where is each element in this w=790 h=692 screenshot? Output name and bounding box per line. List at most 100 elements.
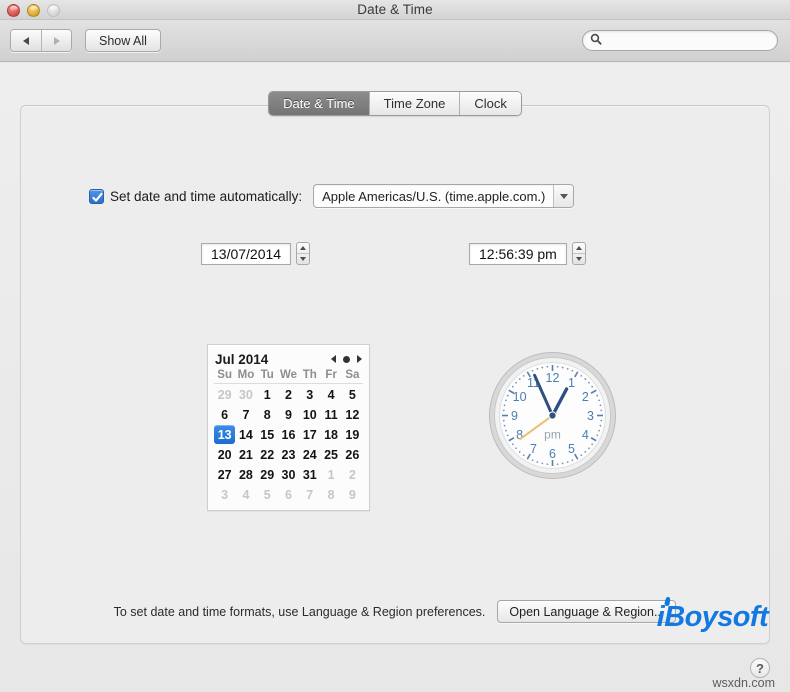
calendar-day[interactable]: 1 <box>320 465 341 484</box>
clock-numeral: 8 <box>516 428 523 442</box>
clock-numeral: 12 <box>546 371 560 385</box>
stepper-up-icon <box>300 246 307 250</box>
time-field-row: 12:56:39 pm <box>469 242 586 265</box>
calendar-day[interactable]: 29 <box>257 465 278 484</box>
time-server-value: Apple Americas/U.S. (time.apple.com.) <box>322 188 546 204</box>
calendar-day[interactable]: 22 <box>257 445 278 464</box>
calendar-day[interactable]: 7 <box>235 405 256 424</box>
calendar-day[interactable]: 18 <box>320 425 341 444</box>
minimize-button[interactable] <box>27 4 40 17</box>
weekday-label: Sa <box>345 369 360 381</box>
calendar-widget[interactable]: Jul 2014 Su Mo Tu We Th Fr Sa 29 30 1 2 … <box>207 344 370 511</box>
calendar-day[interactable]: 9 <box>278 405 299 424</box>
calendar-day[interactable]: 20 <box>214 445 235 464</box>
date-input[interactable]: 13/07/2014 <box>201 242 292 265</box>
triangle-right-icon[interactable] <box>357 355 362 363</box>
date-stepper[interactable] <box>296 242 311 265</box>
forward-button <box>41 30 71 51</box>
set-automatically-row: Set date and time automatically: Apple A… <box>89 184 575 208</box>
calendar-day[interactable]: 12 <box>342 405 363 424</box>
calendar-day[interactable]: 16 <box>278 425 299 444</box>
calendar-day[interactable]: 17 <box>299 425 320 444</box>
calendar-day[interactable]: 11 <box>320 405 341 424</box>
calendar-day[interactable]: 9 <box>342 485 363 504</box>
clock-minute-dot <box>518 451 521 453</box>
date-stepper-up[interactable] <box>297 243 309 253</box>
calendar-day[interactable]: 26 <box>342 445 363 464</box>
clock-minute-dot <box>584 451 587 453</box>
formats-note: To set date and time formats, use Langua… <box>113 604 486 619</box>
clock-minute-dot <box>503 424 506 427</box>
clock-minute-dot <box>571 459 574 462</box>
stepper-up-icon <box>575 246 582 250</box>
time-stepper-down[interactable] <box>572 253 585 264</box>
search-field[interactable] <box>582 30 778 51</box>
back-button[interactable] <box>11 30 41 51</box>
open-language-region-button[interactable]: Open Language & Region... <box>497 600 677 623</box>
calendar-day-selected[interactable]: 13 <box>214 425 236 444</box>
calendar-day[interactable]: 15 <box>257 425 278 444</box>
clock-minute-dot <box>598 399 601 402</box>
tabstrip: Date & Time Time Zone Clock <box>268 91 522 116</box>
set-automatically-checkbox[interactable] <box>89 188 104 204</box>
calendar-day[interactable]: 5 <box>257 485 278 504</box>
calendar-day[interactable]: 5 <box>342 385 363 404</box>
calendar-day[interactable]: 23 <box>278 445 299 464</box>
search-icon <box>590 32 602 50</box>
help-button[interactable]: ? <box>750 658 770 678</box>
dot-icon[interactable] <box>343 355 350 363</box>
calendar-day[interactable]: 3 <box>214 485 235 504</box>
zoom-button <box>47 4 60 17</box>
arrow-right-icon <box>53 36 60 45</box>
weekday-label: Mo <box>237 369 255 381</box>
calendar-day[interactable]: 1 <box>257 385 278 404</box>
calendar-day[interactable]: 6 <box>214 405 235 424</box>
time-stepper-up[interactable] <box>573 243 585 253</box>
clock-minute-dot <box>588 447 590 450</box>
time-stepper[interactable] <box>571 242 586 265</box>
tab-date-time[interactable]: Date & Time <box>269 92 369 115</box>
clock-meridiem-label: pm <box>544 428 561 442</box>
time-input[interactable]: 12:56:39 pm <box>469 242 567 265</box>
calendar-day[interactable]: 30 <box>235 385 256 404</box>
calendar-day[interactable]: 19 <box>342 425 363 444</box>
clock-minute-dot <box>511 385 514 388</box>
weekday-label: Th <box>302 369 317 381</box>
calendar-day[interactable]: 10 <box>299 405 320 424</box>
calendar-day[interactable]: 8 <box>320 485 341 504</box>
calendar-day[interactable]: 24 <box>299 445 320 464</box>
calendar-month-label: Jul 2014 <box>215 351 269 367</box>
calendar-day[interactable]: 3 <box>299 385 320 404</box>
calendar-day[interactable]: 4 <box>235 485 256 504</box>
clock-minute-dot <box>584 378 587 380</box>
tab-time-zone[interactable]: Time Zone <box>368 92 460 115</box>
calendar-day[interactable]: 28 <box>235 465 256 484</box>
triangle-left-icon[interactable] <box>331 355 336 363</box>
date-stepper-down[interactable] <box>297 253 310 264</box>
calendar-day[interactable]: 2 <box>278 385 299 404</box>
calendar-day[interactable]: 25 <box>320 445 341 464</box>
calendar-day[interactable]: 7 <box>299 485 320 504</box>
calendar-day[interactable]: 6 <box>278 485 299 504</box>
iboysoft-watermark: iBoysoft <box>657 596 769 634</box>
calendar-day[interactable]: 21 <box>235 445 256 464</box>
time-server-dropdown[interactable]: Apple Americas/U.S. (time.apple.com.) <box>313 184 575 208</box>
clock-minute-dot <box>600 409 603 412</box>
calendar-day[interactable]: 4 <box>320 385 341 404</box>
set-automatically-label: Set date and time automatically: <box>110 188 303 204</box>
calendar-day[interactable]: 14 <box>235 425 256 444</box>
clock-minute-dot <box>502 419 505 422</box>
calendar-day[interactable]: 29 <box>214 385 235 404</box>
clock-minute-dot <box>518 378 521 380</box>
calendar-day[interactable]: 27 <box>214 465 235 484</box>
tab-clock[interactable]: Clock <box>459 92 521 115</box>
calendar-day[interactable]: 30 <box>278 465 299 484</box>
show-all-button[interactable]: Show All <box>85 29 161 52</box>
clock-minute-dot <box>561 366 564 369</box>
calendar-day[interactable]: 31 <box>299 465 320 484</box>
calendar-day[interactable]: 8 <box>257 405 278 424</box>
calendar-day[interactable]: 2 <box>342 465 363 484</box>
close-button[interactable] <box>7 4 20 17</box>
clock-numeral: 5 <box>568 442 575 456</box>
search-input[interactable] <box>606 32 766 49</box>
